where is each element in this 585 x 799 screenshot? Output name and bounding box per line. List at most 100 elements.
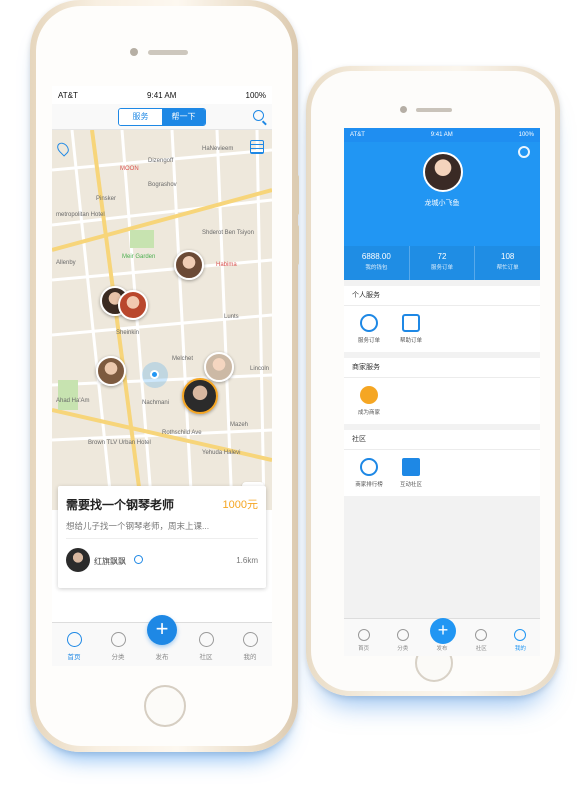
back-tab-publish[interactable]: 发布: [422, 644, 461, 656]
map-label: Melchet: [172, 356, 194, 362]
item-label: 服务订单: [357, 338, 380, 344]
section-title: 社区: [344, 430, 540, 450]
request-card[interactable]: 需要找一个钢琴老师 1000元 想给儿子找一个钢琴老师，周末上课... 红旗飘飘…: [58, 486, 266, 588]
compass-icon: [475, 629, 488, 641]
tab-label: 我的: [514, 646, 526, 652]
settings-gear-icon[interactable]: [518, 146, 530, 158]
request-distance: 1.6km: [236, 556, 258, 565]
tab-label: 社区: [199, 654, 213, 661]
section-merchant-service: 商家服务 成为商家: [344, 358, 540, 424]
section-title: 商家服务: [344, 358, 540, 378]
map-label: Bograshov: [148, 182, 177, 188]
home-icon: [357, 629, 370, 641]
segment-service[interactable]: 服务: [119, 109, 162, 125]
handshake-icon: [402, 314, 420, 332]
map-view[interactable]: HaNevieem MOON Dizengoff Bograshov Pinsk…: [52, 130, 272, 510]
merchant-icon: [360, 386, 378, 404]
tab-home[interactable]: 首页: [52, 623, 96, 666]
stat-service-orders[interactable]: 72 服务订单: [410, 246, 476, 280]
item-become-merchant[interactable]: 成为商家: [348, 386, 390, 416]
poster-name[interactable]: 红旗飘飘: [94, 556, 126, 567]
tab-category[interactable]: 分类: [96, 623, 140, 666]
stat-help-orders[interactable]: 108 帮忙订单: [475, 246, 540, 280]
tab-label: 我的: [243, 654, 257, 661]
front-status-bar: AT&T 9:41 AM 100%: [52, 86, 272, 104]
back-speaker: [416, 108, 452, 112]
category-icon: [396, 629, 409, 641]
poster-avatar[interactable]: [66, 548, 90, 572]
item-label: 成为商家: [357, 410, 380, 416]
back-camera: [400, 106, 407, 113]
tab-label: 分类: [111, 654, 125, 661]
front-camera: [130, 48, 138, 56]
tab-label: 社区: [475, 646, 487, 652]
back-battery: 100%: [518, 132, 534, 138]
back-time: 9:41 AM: [430, 132, 453, 138]
front-tab-bar: 首页 分类 + 发布 社区 我的: [52, 615, 272, 666]
section-community: 社区 商家排行榜 互动社区: [344, 430, 540, 496]
front-home-button[interactable]: [144, 685, 186, 727]
volume-up-button[interactable]: [295, 175, 299, 215]
map-label: Mazeh: [230, 422, 249, 428]
item-merchant-ranking[interactable]: 商家排行榜: [348, 458, 390, 488]
user-avatar-pin[interactable]: [96, 356, 126, 386]
tab-community[interactable]: 社区: [184, 623, 228, 666]
volume-down-button[interactable]: [295, 225, 299, 265]
map-label: metropolitan Hotel: [56, 212, 105, 218]
tab-mine[interactable]: 我的: [228, 623, 272, 666]
stat-value: 72: [437, 252, 447, 261]
request-description: 想给儿子找一个钢琴老师，周末上课...: [66, 521, 210, 531]
back-tab-community[interactable]: 社区: [462, 629, 501, 656]
back-carrier: AT&T: [350, 132, 365, 138]
front-speaker: [148, 50, 188, 55]
item-label: 互动社区: [399, 482, 422, 488]
user-icon: [514, 629, 527, 641]
request-price: 1000元: [222, 499, 258, 511]
card-divider: [66, 538, 258, 539]
map-label: Meir Garden: [122, 254, 156, 260]
profile-name: 龙城小飞鱼: [424, 200, 460, 207]
stat-wallet[interactable]: 6888.00 我的钱包: [344, 246, 410, 280]
service-order-icon: [360, 314, 378, 332]
back-tab-mine[interactable]: 我的: [501, 629, 540, 656]
search-icon[interactable]: [253, 110, 264, 121]
segmented-control: 服务 帮一下: [118, 108, 206, 126]
tab-label: 发布: [436, 646, 448, 652]
user-avatar-pin[interactable]: [174, 250, 204, 280]
plus-icon[interactable]: +: [147, 615, 177, 645]
segment-help[interactable]: 帮一下: [162, 109, 205, 125]
back-tab-category[interactable]: 分类: [383, 629, 422, 656]
tab-label: 分类: [397, 646, 409, 652]
back-tab-home[interactable]: 首页: [344, 629, 383, 656]
tab-label: 发布: [155, 654, 169, 661]
item-interactive-community[interactable]: 互动社区: [390, 458, 432, 488]
item-help-orders[interactable]: 帮助订单: [390, 314, 432, 344]
map-label: Lincoln: [250, 366, 270, 372]
verified-user-icon: [134, 555, 143, 564]
compass-icon: [198, 632, 214, 647]
section-title: 个人服务: [344, 286, 540, 306]
map-label: Pinsker: [96, 196, 117, 202]
profile-screen: AT&T 9:41 AM 100% 龙城小飞鱼 6888.00 我的钱包 72 …: [344, 128, 540, 656]
front-battery: 100%: [245, 90, 266, 100]
back-phone-frame: AT&T 9:41 AM 100% 龙城小飞鱼 6888.00 我的钱包 72 …: [306, 66, 560, 696]
user-icon: [242, 632, 258, 647]
map-label: Allenby: [56, 260, 76, 266]
map-label: MOON: [120, 166, 139, 172]
tab-publish[interactable]: + 发布: [140, 615, 184, 666]
map-label: Rothschild Ave: [162, 430, 202, 436]
my-location-dot: [150, 370, 159, 379]
map-label: Shderot Ben Tsiyon: [202, 230, 254, 236]
user-avatar-pin-selected[interactable]: [182, 378, 218, 414]
user-avatar-pin[interactable]: [204, 352, 234, 382]
back-publish-plus-icon[interactable]: +: [430, 618, 456, 644]
profile-avatar[interactable]: [423, 152, 463, 192]
list-icon[interactable]: [250, 140, 264, 154]
map-label: Yehuda Halevi: [202, 450, 241, 456]
item-service-orders[interactable]: 服务订单: [348, 314, 390, 344]
stat-label: 我的钱包: [365, 265, 388, 271]
user-avatar-pin[interactable]: [118, 290, 148, 320]
profile-header: 龙城小飞鱼 6888.00 我的钱包 72 服务订单 108 帮忙订单: [344, 142, 540, 280]
map-label: HaNevieem: [202, 146, 234, 152]
map-label: Dizengoff: [148, 158, 174, 164]
